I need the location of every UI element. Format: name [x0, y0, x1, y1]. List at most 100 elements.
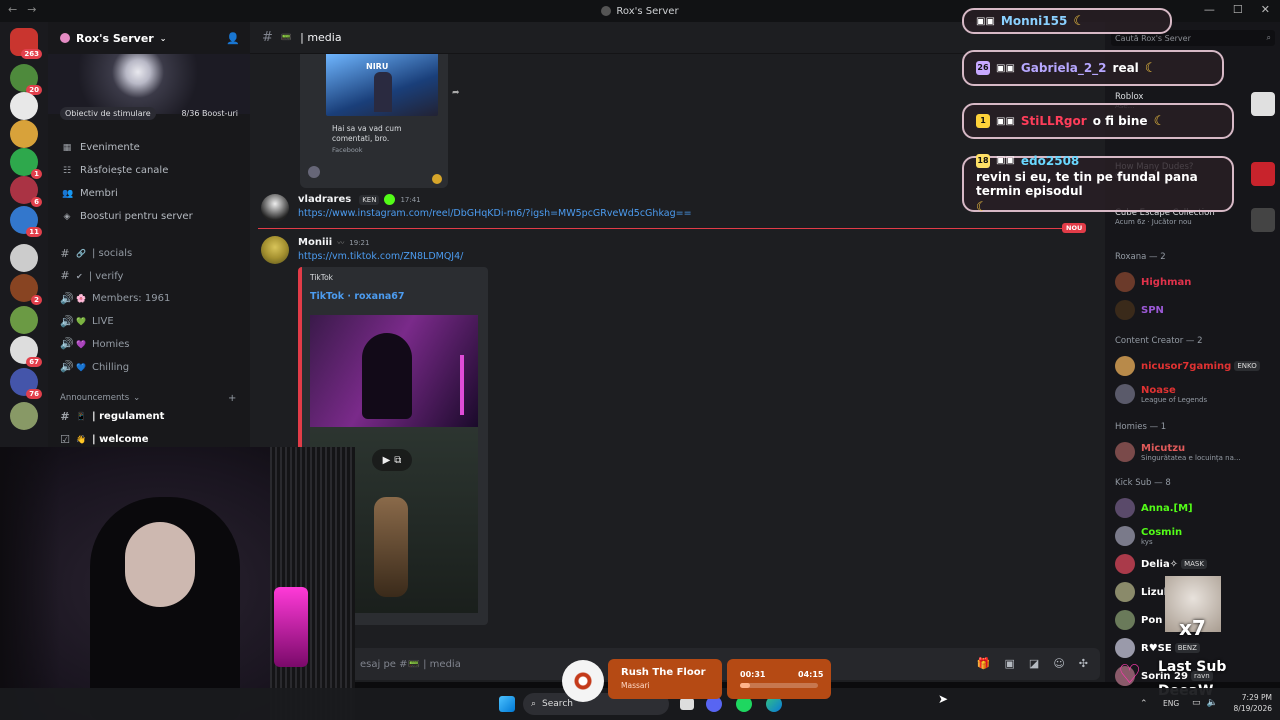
category-header[interactable]: Announcements ⌄ + [60, 393, 236, 404]
activity-icon [1251, 162, 1275, 186]
volume-icon[interactable]: 🔈 [1207, 698, 1218, 708]
sticker-icon[interactable]: ◪ [1029, 657, 1039, 670]
embed-image[interactable]: NIRU [326, 54, 438, 116]
acoustic-panel [270, 447, 355, 720]
network-icon[interactable]: ▭ [1192, 698, 1201, 708]
server-icon[interactable]: 263 [10, 28, 42, 59]
member-item[interactable]: nicusor7gaming ENKO [1115, 354, 1275, 378]
nav-item[interactable]: 👥 Membri [62, 188, 118, 199]
figure [374, 497, 408, 597]
language-indicator[interactable]: ENG [1163, 699, 1179, 708]
member-name: Highman [1141, 276, 1192, 288]
channel-item[interactable]: # ✔ | verify [60, 270, 123, 282]
clock-date: 8/19/2026 [1233, 704, 1272, 713]
channel-item[interactable]: # 📱 | regulament [60, 411, 164, 423]
clock[interactable]: 7:29 PM 8/19/2026 [1228, 692, 1272, 714]
nav-item-label: Boosturi pentru server [80, 211, 193, 222]
avatar[interactable] [261, 236, 289, 264]
message-link[interactable]: https://www.instagram.com/reel/DbGHqKDi-… [298, 208, 692, 219]
video-controls[interactable]: ▶ ⧉ [372, 449, 412, 471]
server-icon[interactable] [10, 120, 38, 148]
member-name-row: Cosmin [1141, 527, 1182, 538]
nav-item[interactable]: ◈ Boosturi pentru server [62, 211, 193, 222]
microphone [274, 587, 308, 667]
member-item[interactable]: Micutzu Singurătatea e locuința na... [1115, 440, 1275, 464]
member-item[interactable]: Noase League of Legends [1115, 382, 1275, 406]
member-item[interactable]: Cosmin kys [1115, 524, 1275, 548]
server-icon[interactable] [10, 402, 38, 430]
overlay-chat-text: revin si eu, te tin pe fundal pana termi… [976, 169, 1198, 198]
member-item[interactable]: SPN [1115, 298, 1275, 322]
video-thumbnail[interactable] [310, 315, 478, 427]
server-icon[interactable] [10, 92, 38, 120]
reaction-emoji[interactable] [432, 174, 442, 184]
member-info: Cosmin kys [1141, 527, 1182, 546]
server-icon[interactable]: 1 [10, 148, 42, 179]
members-icon: 👥 [62, 188, 74, 199]
search-icon: ⌕ [531, 699, 537, 709]
channel-item[interactable]: 🔊 💜 Homies [60, 338, 130, 350]
tray-chevron-icon[interactable]: ⌃ [1140, 699, 1148, 709]
channel-item[interactable]: 🔊 💚 LIVE [60, 316, 114, 328]
file-explorer-icon[interactable] [680, 698, 694, 710]
channel-item[interactable]: 🔊 🌸 Members: 1961 [60, 293, 170, 305]
back-arrow-icon[interactable]: ← [8, 3, 17, 16]
emoji-icon[interactable]: ☺ [1053, 657, 1064, 670]
avatar [1115, 272, 1135, 292]
avatar[interactable] [261, 194, 289, 222]
gift-icon[interactable]: 🎁 [977, 657, 991, 670]
activity-card[interactable]: Cube Escape Collection Acum 6z · Jucător … [1115, 208, 1275, 238]
share-icon[interactable]: ➦ [452, 88, 460, 98]
sub-alert-label: Last Sub [1158, 659, 1227, 675]
add-member-icon[interactable]: 👤 [226, 32, 240, 45]
windows-start-icon[interactable] [499, 696, 515, 712]
facebook-embed[interactable]: NIRU Hai sa va vad cum comentati, bro. F… [300, 54, 460, 188]
server-icon[interactable]: 2 [10, 274, 42, 305]
overlay-chat-message: ▣▣ Monni155 ☾ [962, 8, 1172, 34]
server-icon[interactable]: 20 [10, 64, 42, 95]
server-icon[interactable] [10, 306, 38, 334]
gif-icon[interactable]: ▣ [1005, 657, 1015, 670]
channel-item[interactable]: 🔊 💙 Chilling [60, 361, 130, 373]
server-icon[interactable]: 76 [10, 368, 42, 399]
server-icon[interactable]: 67 [10, 336, 42, 367]
chevron-down-icon: ⌄ [133, 393, 141, 403]
channel-emoji: ✔ [76, 271, 83, 281]
member-info: SPN [1141, 305, 1164, 316]
member-tag: ENKO [1234, 361, 1260, 371]
popout-icon[interactable]: ⧉ [394, 455, 401, 466]
overlay-chat-text: real [1112, 61, 1139, 75]
server-icon[interactable] [10, 244, 38, 272]
message-author[interactable]: Moniii [298, 237, 332, 248]
minimize-icon[interactable]: — [1204, 3, 1215, 16]
hash-icon: # [60, 246, 70, 260]
play-icon[interactable]: ▶ [383, 455, 391, 466]
server-header[interactable]: Rox's Server ⌄ 👤 [48, 22, 250, 54]
embed-title[interactable]: TikTok · roxana67 [310, 291, 405, 302]
channel-name: Chilling [91, 361, 130, 373]
progress-track[interactable] [740, 683, 818, 688]
member-item[interactable]: Anna.[M] [1115, 496, 1275, 520]
forward-arrow-icon[interactable]: → [27, 3, 36, 16]
member-name-row: Delia✧ MASK [1141, 559, 1207, 570]
maximize-icon[interactable]: ☐ [1233, 3, 1243, 16]
boost-goal[interactable]: Obiectiv de stimulare 8/36 Boost-uri [56, 104, 242, 122]
apps-icon[interactable]: ✣ [1079, 657, 1088, 670]
message-link[interactable]: https://vm.tiktok.com/ZN8LDMQJ4/ [298, 251, 463, 262]
input-actions: 🎁 ▣ ◪ ☺ ✣ [977, 657, 1088, 670]
activity-icon [1251, 92, 1275, 116]
message-author[interactable]: vladrares [298, 194, 351, 205]
channel-item[interactable]: ☑ 👋 | welcome [60, 434, 149, 446]
close-icon[interactable]: ✕ [1261, 3, 1270, 16]
channel-emoji: 📱 [76, 412, 86, 421]
channel-item[interactable]: # 🔗 | socials [60, 246, 132, 260]
member-item[interactable]: Delia✧ MASK [1115, 552, 1275, 576]
browse-channels-icon: ☷ [62, 165, 72, 176]
member-name: R♥SE [1141, 642, 1172, 654]
nav-item[interactable]: ☷ Răsfoiește canale [62, 165, 168, 176]
add-channel-icon[interactable]: + [228, 393, 236, 404]
member-item[interactable]: Highman [1115, 270, 1275, 294]
nav-item[interactable]: ▦ Evenimente [62, 142, 140, 153]
server-icon[interactable]: 11 [10, 206, 42, 237]
server-icon[interactable]: 6 [10, 176, 42, 207]
